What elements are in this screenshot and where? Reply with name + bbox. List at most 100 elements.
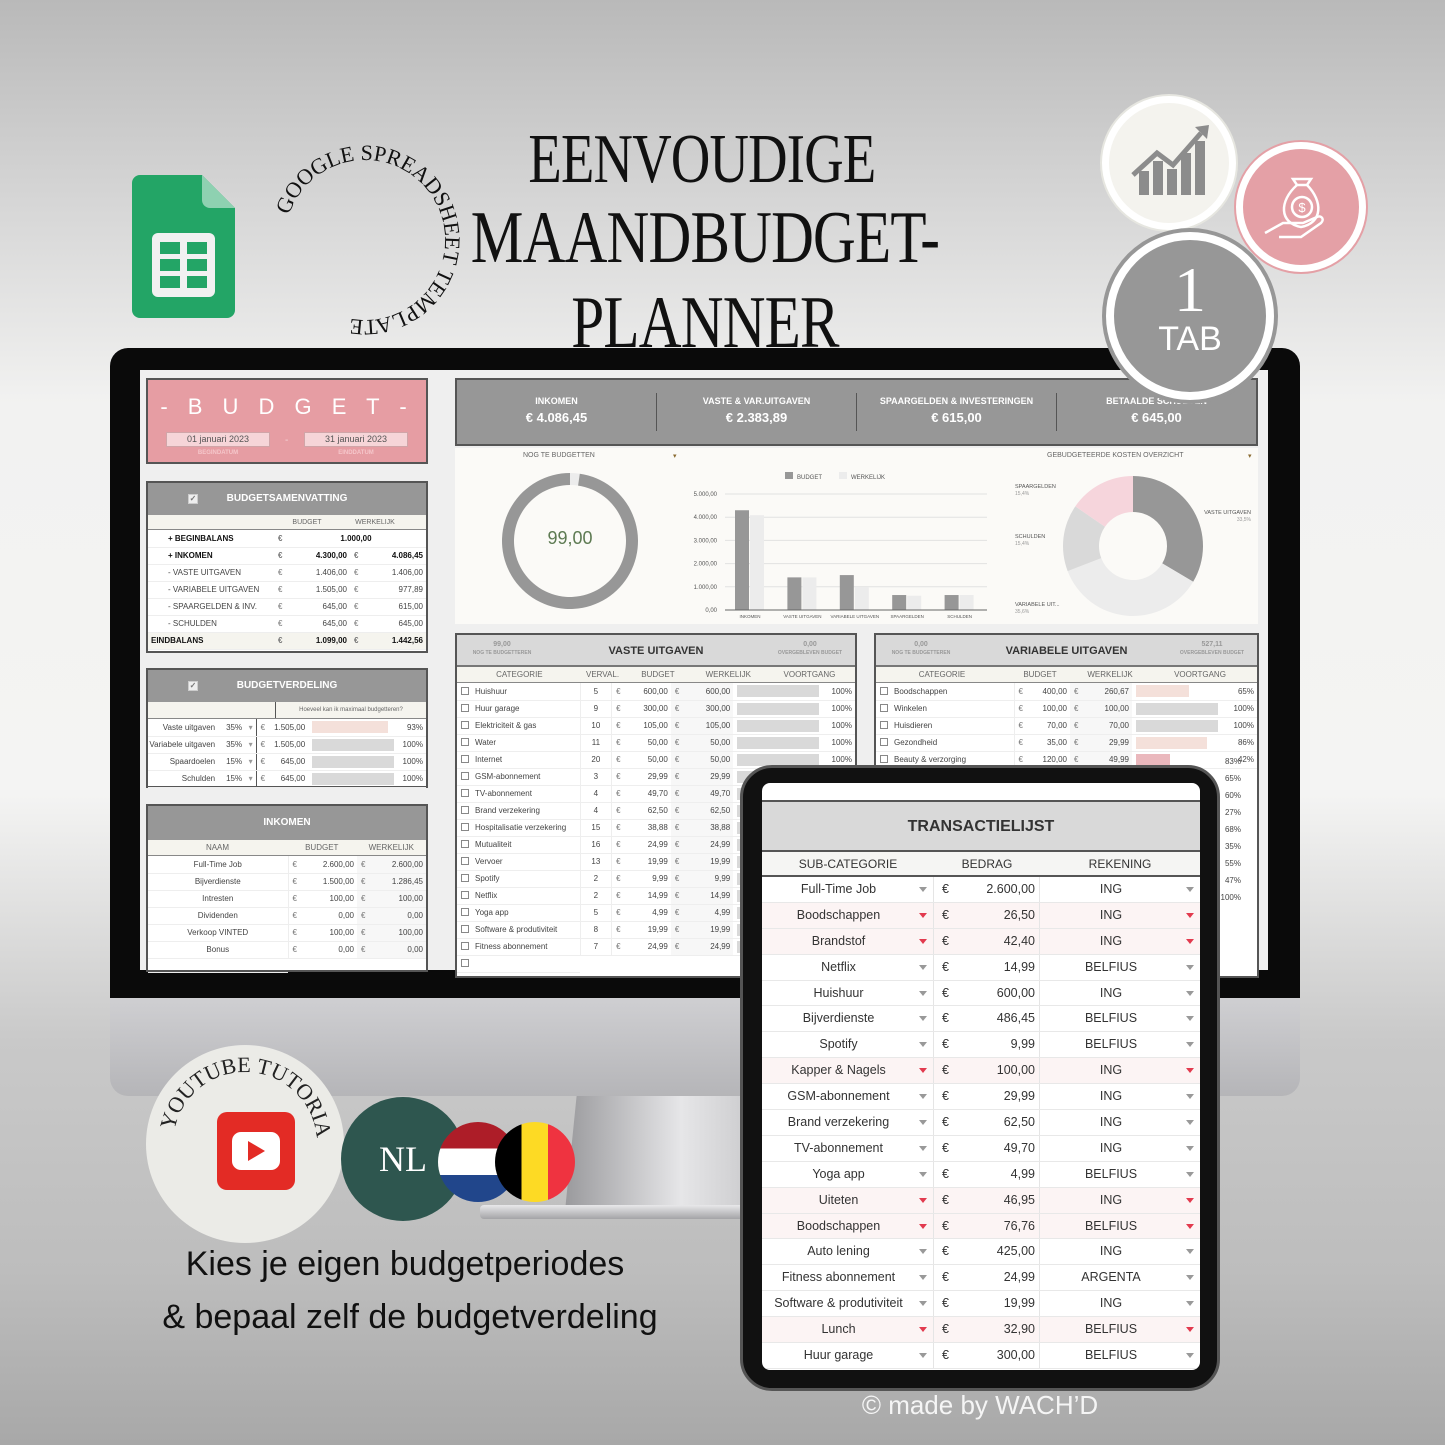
percentage-select[interactable]: 15% ▾: [218, 753, 257, 771]
beginbalans-value[interactable]: 1.000,00: [286, 530, 426, 548]
dropdown-arrow-icon[interactable]: [1186, 1016, 1194, 1022]
percentage-select[interactable]: 35% ▾: [218, 736, 257, 754]
dropdown-arrow-icon[interactable]: ▾: [249, 774, 256, 783]
dropdown-arrow-icon[interactable]: [1186, 1171, 1194, 1177]
checkbox[interactable]: [461, 959, 469, 967]
rekening-select[interactable]: BELFIUS: [1040, 1214, 1200, 1239]
dropdown-arrow-icon[interactable]: [919, 1223, 927, 1229]
dropdown-arrow-icon[interactable]: [1186, 1327, 1194, 1333]
dropdown-arrow-icon[interactable]: [1186, 990, 1194, 996]
bedrag-cell[interactable]: €600,00: [934, 980, 1040, 1006]
bedrag-cell[interactable]: €24,99: [934, 1265, 1040, 1291]
checkbox[interactable]: [461, 857, 469, 865]
dropdown-arrow-icon[interactable]: [919, 1197, 927, 1203]
dropdown-arrow-icon[interactable]: ▾: [673, 452, 677, 460]
checkbox[interactable]: [880, 755, 888, 763]
sub-categorie-select[interactable]: Brand verzekering: [762, 1110, 934, 1135]
dropdown-arrow-icon[interactable]: [919, 1301, 927, 1307]
dropdown-arrow-icon[interactable]: [919, 1171, 927, 1177]
checkbox[interactable]: [880, 704, 888, 712]
sub-categorie-select[interactable]: Bijverdienste: [762, 1006, 934, 1032]
rekening-select[interactable]: ING: [1040, 1058, 1200, 1083]
dropdown-arrow-icon[interactable]: ▾: [249, 757, 256, 766]
sub-categorie-select[interactable]: Huishuur: [762, 980, 934, 1006]
checkbox[interactable]: [461, 806, 469, 814]
dropdown-arrow-icon[interactable]: [919, 990, 927, 996]
checkbox-icon[interactable]: ✓: [188, 681, 198, 691]
dropdown-arrow-icon[interactable]: [1186, 1275, 1194, 1281]
dropdown-arrow-icon[interactable]: [1186, 1197, 1194, 1203]
percentage-select[interactable]: 15% ▾: [218, 770, 257, 788]
bedrag-cell[interactable]: €76,76: [934, 1213, 1040, 1239]
checkbox[interactable]: [880, 738, 888, 746]
bedrag-cell[interactable]: €32,90: [934, 1317, 1040, 1343]
sub-categorie-select[interactable]: Full-Time Job: [762, 877, 934, 902]
rekening-select[interactable]: BELFIUS: [1040, 1032, 1200, 1057]
sub-categorie-select[interactable]: Boodschappen: [762, 902, 934, 928]
rekening-select[interactable]: BELFIUS: [1040, 1317, 1200, 1342]
sub-categorie-select[interactable]: Boodschappen: [762, 1213, 934, 1239]
dropdown-arrow-icon[interactable]: [919, 1094, 927, 1100]
dropdown-arrow-icon[interactable]: [919, 1042, 927, 1048]
dropdown-arrow-icon[interactable]: [919, 1120, 927, 1126]
sub-categorie-select[interactable]: Brandstof: [762, 928, 934, 954]
dropdown-arrow-icon[interactable]: [1186, 1094, 1194, 1100]
sub-categorie-select[interactable]: Huur garage: [762, 1343, 934, 1368]
checkbox[interactable]: [461, 704, 469, 712]
rekening-select[interactable]: ING: [1040, 877, 1200, 902]
dropdown-arrow-icon[interactable]: [1186, 1249, 1194, 1255]
rekening-select[interactable]: BELFIUS: [1040, 1343, 1200, 1368]
sub-categorie-select[interactable]: TV-abonnement: [762, 1135, 934, 1161]
dropdown-arrow-icon[interactable]: [919, 938, 927, 944]
dropdown-arrow-icon[interactable]: ▾: [249, 723, 256, 732]
dropdown-arrow-icon[interactable]: [919, 912, 927, 918]
rekening-select[interactable]: ING: [1040, 1291, 1200, 1316]
dropdown-arrow-icon[interactable]: [919, 964, 927, 970]
dropdown-arrow-icon[interactable]: [1186, 1120, 1194, 1126]
bedrag-cell[interactable]: €26,50: [934, 902, 1040, 928]
bedrag-cell[interactable]: €14,99: [934, 954, 1040, 980]
dropdown-arrow-icon[interactable]: ▾: [1248, 452, 1252, 460]
sub-categorie-select[interactable]: Auto lening: [762, 1239, 934, 1265]
bedrag-cell[interactable]: €49,70: [934, 1135, 1040, 1161]
dropdown-arrow-icon[interactable]: [919, 1145, 927, 1151]
dropdown-arrow-icon[interactable]: [1186, 1145, 1194, 1151]
sub-categorie-select[interactable]: Software & produtiviteit: [762, 1291, 934, 1317]
dropdown-arrow-icon[interactable]: [919, 1327, 927, 1333]
bedrag-cell[interactable]: €486,45: [934, 1006, 1040, 1032]
checkbox[interactable]: [880, 686, 888, 695]
rekening-select[interactable]: BELFIUS: [1040, 1162, 1200, 1187]
checkbox[interactable]: [461, 908, 469, 916]
dropdown-arrow-icon[interactable]: [1186, 1353, 1194, 1359]
rekening-select[interactable]: ING: [1040, 1110, 1200, 1135]
rekening-select[interactable]: ING: [1040, 1239, 1200, 1264]
bedrag-cell[interactable]: €9,99: [934, 1032, 1040, 1058]
bedrag-cell[interactable]: €42,40: [934, 928, 1040, 954]
dropdown-arrow-icon[interactable]: [919, 887, 927, 892]
dropdown-arrow-icon[interactable]: [1186, 1223, 1194, 1229]
dropdown-arrow-icon[interactable]: [1186, 964, 1194, 970]
percentage-select[interactable]: 35% ▾: [218, 719, 257, 737]
dropdown-arrow-icon[interactable]: [919, 1016, 927, 1022]
sub-categorie-select[interactable]: Fitness abonnement: [762, 1265, 934, 1291]
dropdown-arrow-icon[interactable]: [1186, 1068, 1194, 1074]
sub-categorie-select[interactable]: Uiteten: [762, 1187, 934, 1213]
checkbox[interactable]: [461, 738, 469, 746]
bedrag-cell[interactable]: €62,50: [934, 1110, 1040, 1135]
checkbox[interactable]: [461, 686, 469, 695]
bedrag-cell[interactable]: €425,00: [934, 1239, 1040, 1265]
dropdown-arrow-icon[interactable]: [919, 1275, 927, 1281]
checkbox[interactable]: [461, 891, 469, 899]
checkbox[interactable]: [461, 942, 469, 950]
bedrag-cell[interactable]: €29,99: [934, 1084, 1040, 1110]
rekening-select[interactable]: BELFIUS: [1040, 955, 1200, 980]
rekening-select[interactable]: ING: [1040, 1188, 1200, 1213]
dropdown-arrow-icon[interactable]: [919, 1249, 927, 1255]
checkbox[interactable]: [461, 840, 469, 848]
dropdown-arrow-icon[interactable]: [1186, 887, 1194, 892]
end-date-field[interactable]: 31 januari 2023: [304, 432, 408, 447]
checkbox[interactable]: [461, 772, 469, 780]
dropdown-arrow-icon[interactable]: [919, 1068, 927, 1074]
rekening-select[interactable]: ING: [1040, 929, 1200, 954]
bedrag-cell[interactable]: €100,00: [934, 1058, 1040, 1084]
